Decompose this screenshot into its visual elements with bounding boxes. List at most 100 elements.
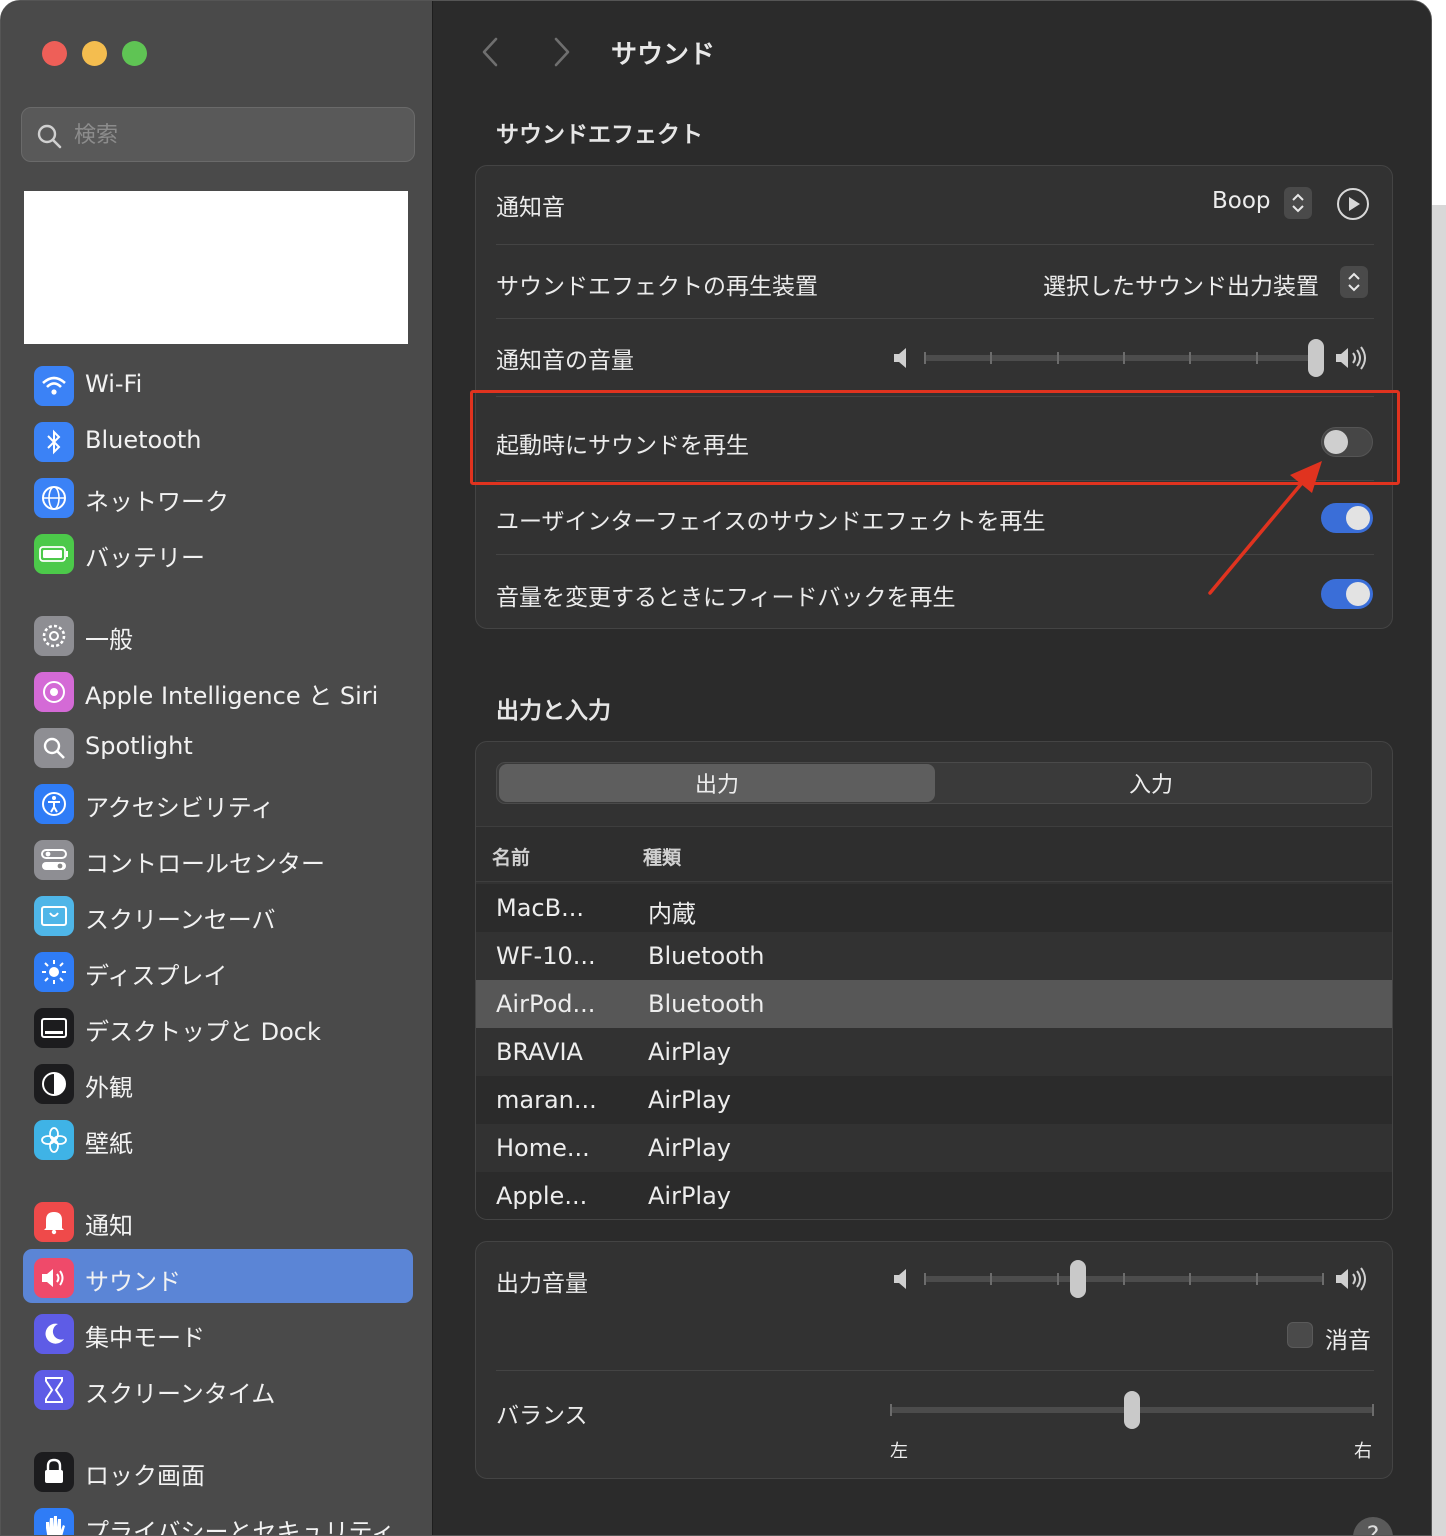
sidebar-item-battery[interactable]: バッテリー (23, 525, 413, 579)
close-window-button[interactable] (42, 41, 67, 66)
table-row[interactable]: Home... AirPlay (476, 1124, 1392, 1172)
minimize-window-button[interactable] (82, 41, 107, 66)
sidebar-item-siri[interactable]: Apple Intelligence と Siri (23, 663, 413, 717)
sidebar-item-bluetooth[interactable]: Bluetooth (23, 413, 413, 467)
sidebar-item-wallpaper[interactable]: 壁紙 (23, 1111, 413, 1165)
sidebar-item-magnifier[interactable]: Spotlight (23, 719, 413, 773)
account-area[interactable] (24, 191, 408, 344)
separator (496, 318, 1374, 319)
sidebar-item-dock[interactable]: デスクトップと Dock (23, 999, 413, 1053)
bell-icon (34, 1202, 74, 1242)
slider-knob[interactable] (1308, 339, 1324, 377)
column-name-header[interactable]: 名前 (492, 843, 530, 870)
alert-sound-stepper-icon[interactable] (1284, 187, 1312, 219)
play-sound-icon[interactable] (1336, 187, 1370, 221)
main-pane: サウンド サウンドエフェクト 通知音 Boop サウンドエフェクトの再生装置 選… (434, 1, 1431, 1535)
device-name: maran... (496, 1086, 597, 1114)
search-icon (37, 124, 62, 149)
balance-right-label: 右 (1354, 1441, 1372, 1462)
sidebar-item-label: 集中モード (85, 1324, 205, 1352)
sidebar-item-moon[interactable]: 集中モード (23, 1305, 413, 1359)
annotation-arrow-icon (1208, 461, 1322, 595)
play-device-stepper-icon[interactable] (1340, 266, 1368, 298)
table-row[interactable]: maran... AirPlay (476, 1076, 1392, 1124)
sidebar-item-speaker[interactable]: サウンド (23, 1249, 413, 1303)
search-field[interactable] (21, 107, 415, 162)
sidebar-item-label: 外観 (85, 1074, 133, 1102)
sidebar-item-globe[interactable]: ネットワーク (23, 469, 413, 523)
search-input[interactable] (74, 118, 394, 152)
appearance-icon (34, 1064, 74, 1104)
sidebar-item-label: ネットワーク (85, 488, 229, 516)
device-name: BRAVIA (496, 1038, 583, 1066)
sidebar-item-hand[interactable]: プライバシーとセキュリティ (23, 1499, 413, 1536)
separator (496, 244, 1374, 245)
device-name: MacB... (496, 894, 584, 922)
slider-tick (890, 1404, 892, 1416)
table-row[interactable]: AirPod... Bluetooth (476, 980, 1392, 1028)
device-type: AirPlay (648, 1038, 732, 1066)
play-device-popup[interactable]: 選択したサウンド出力装置 (1043, 267, 1319, 301)
slider-tick (1189, 1273, 1191, 1285)
hand-icon (34, 1508, 74, 1535)
sidebar-item-screensaver[interactable]: スクリーンセーバ (23, 887, 413, 941)
table-row[interactable]: Apple... AirPlay (476, 1172, 1392, 1219)
table-row[interactable]: WF-10... Bluetooth (476, 932, 1392, 980)
sidebar-item-wifi[interactable]: Wi-Fi (23, 357, 413, 411)
background-window-edge (1432, 205, 1446, 1536)
slider-tick (990, 352, 992, 364)
mute-checkbox[interactable] (1287, 1322, 1313, 1348)
device-type: AirPlay (648, 1086, 732, 1114)
sidebar-item-label: アクセシビリティ (85, 794, 275, 822)
sidebar-item-label: スクリーンセーバ (85, 906, 276, 934)
gear-icon (34, 616, 74, 656)
output-volume-slider[interactable] (924, 1259, 1324, 1299)
sidebar-item-label: プライバシーとセキュリティ (85, 1518, 396, 1536)
slider-knob[interactable] (1124, 1391, 1140, 1429)
sidebar-item-gear[interactable]: 一般 (23, 607, 413, 661)
device-name: Home... (496, 1134, 590, 1162)
screensaver-icon (34, 896, 74, 936)
sidebar-item-bell[interactable]: 通知 (23, 1193, 413, 1247)
sidebar: Wi-Fi Bluetooth ネットワークバッテリー一般 Apple Intelli… (1, 1, 433, 1536)
slider-tick (924, 1273, 926, 1285)
column-type-header[interactable]: 種類 (643, 843, 681, 870)
sidebar-item-appearance[interactable]: 外観 (23, 1055, 413, 1109)
moon-icon (34, 1314, 74, 1354)
speaker-low-icon (894, 348, 906, 368)
back-chevron-icon[interactable] (480, 37, 500, 67)
sidebar-item-hourglass[interactable]: スクリーンタイム (23, 1361, 413, 1415)
accessibility-icon (34, 784, 74, 824)
table-row[interactable]: BRAVIA AirPlay (476, 1028, 1392, 1076)
zoom-window-button[interactable] (122, 41, 147, 66)
balance-slider[interactable] (890, 1390, 1374, 1430)
alert-sound-popup[interactable]: Boop (1212, 188, 1271, 214)
alert-volume-slider[interactable] (924, 338, 1324, 378)
separator (496, 1370, 1374, 1371)
sidebar-item-label: バッテリー (85, 544, 205, 572)
forward-chevron-icon[interactable] (552, 37, 572, 67)
slider-tick (1372, 1404, 1374, 1416)
sidebar-item-label: 一般 (85, 626, 133, 654)
slider-knob[interactable] (1070, 1260, 1086, 1298)
sidebar-item-control-center[interactable]: コントロールセンター (23, 831, 413, 885)
tab-input[interactable]: 入力 (933, 764, 1369, 802)
sun-icon (34, 952, 74, 992)
device-table-header: 名前 種類 (476, 826, 1392, 882)
sidebar-item-lock[interactable]: ロック画面 (23, 1443, 413, 1497)
mute-label: 消音 (1325, 1328, 1371, 1354)
table-row[interactable]: MacB... 内蔵 (476, 884, 1392, 932)
help-button[interactable]: ? (1353, 1517, 1393, 1535)
device-type: Bluetooth (648, 990, 765, 1018)
slider-tick (924, 352, 926, 364)
sidebar-item-sun[interactable]: ディスプレイ (23, 943, 413, 997)
device-name: AirPod... (496, 990, 596, 1018)
tab-output[interactable]: 出力 (499, 764, 935, 802)
play-device-label: サウンドエフェクトの再生装置 (496, 274, 818, 300)
slider-tick (1123, 352, 1125, 364)
wifi-icon (34, 366, 74, 406)
slider-tick (1322, 1273, 1324, 1285)
device-type: AirPlay (648, 1182, 732, 1210)
sidebar-item-accessibility[interactable]: アクセシビリティ (23, 775, 413, 829)
sidebar-item-label: 通知 (85, 1212, 133, 1240)
